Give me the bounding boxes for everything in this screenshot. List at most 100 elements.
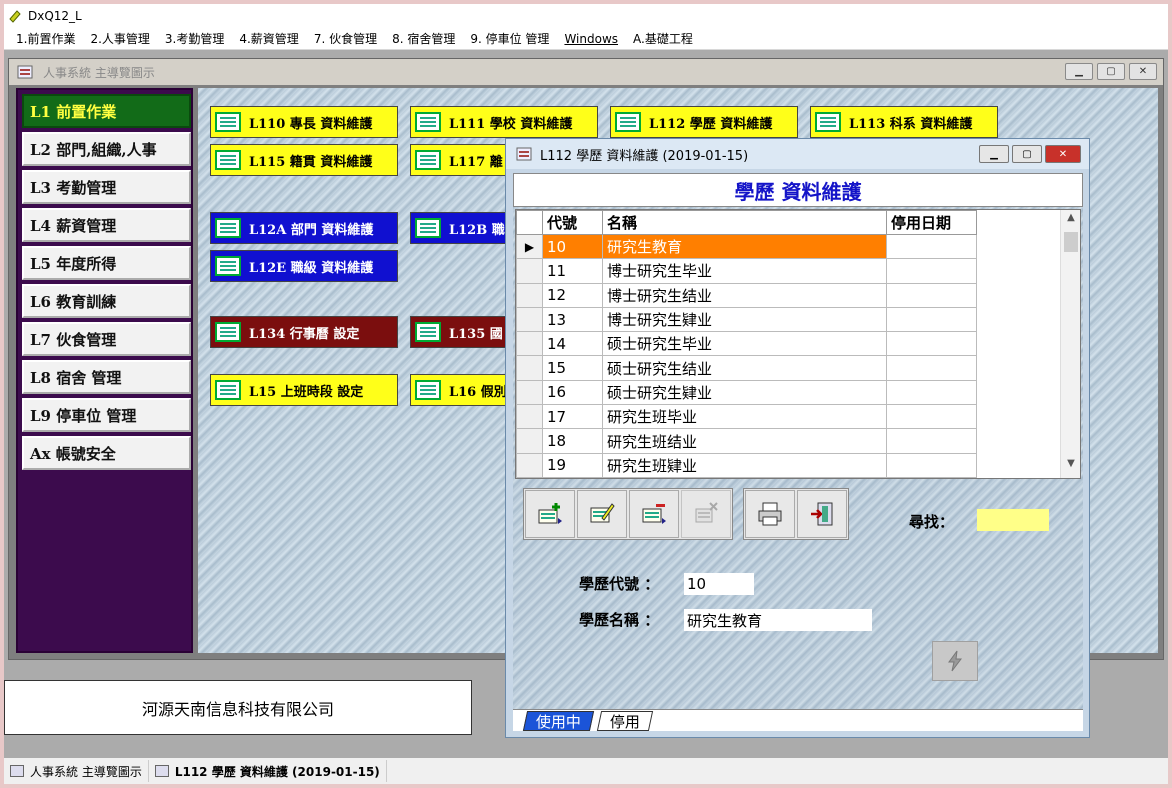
nav-item-l2[interactable]: L2 部門,組織,人事 <box>22 132 191 166</box>
table-row[interactable]: 11 博士研究生毕业 <box>516 258 977 284</box>
delete-record-button[interactable] <box>629 490 679 538</box>
column-header-name[interactable]: 名稱 <box>602 210 887 235</box>
cell-date[interactable] <box>886 306 977 333</box>
nav-item-l5[interactable]: L5 年度所得 <box>22 246 191 280</box>
menu-item-hr[interactable]: 2.人事管理 <box>90 30 149 47</box>
column-header-code[interactable]: 代號 <box>542 210 603 235</box>
nav-item-l6[interactable]: L6 教育訓練 <box>22 284 191 318</box>
module-button-l111[interactable]: L111 學校 資料維護 <box>410 106 598 138</box>
cell-date[interactable] <box>886 452 977 478</box>
cell-code[interactable]: 11 <box>542 258 603 284</box>
cell-code[interactable]: 19 <box>542 452 603 478</box>
cell-name[interactable]: 研究生班结业 <box>602 428 887 454</box>
menu-item-payroll[interactable]: 4.薪資管理 <box>239 30 298 47</box>
cell-date[interactable] <box>886 355 977 381</box>
menu-item-dorm[interactable]: 8. 宿舍管理 <box>392 30 455 47</box>
module-button-l134[interactable]: L134 行事曆 設定 <box>210 316 398 348</box>
cell-code[interactable]: 13 <box>542 306 603 333</box>
cell-code[interactable]: 14 <box>542 331 603 357</box>
menu-item-parking[interactable]: 9. 停車位 管理 <box>470 30 549 47</box>
module-button-l115[interactable]: L115 籍貫 資料維護 <box>210 144 398 176</box>
dialog-close-button[interactable]: ✕ <box>1045 145 1081 163</box>
module-button-l16[interactable]: L16 假別 <box>410 374 510 406</box>
execute-button[interactable] <box>932 641 978 681</box>
cell-date[interactable] <box>886 282 977 308</box>
cell-code[interactable]: 18 <box>542 428 603 454</box>
table-row[interactable]: 16 硕士研究生肄业 <box>516 379 977 406</box>
cell-name[interactable]: 硕士研究生结业 <box>602 355 887 381</box>
nav-item-l4[interactable]: L4 薪資管理 <box>22 208 191 242</box>
cell-name[interactable]: 硕士研究生肄业 <box>602 379 887 406</box>
table-row[interactable]: ▶ 10 研究生教育 <box>516 233 977 260</box>
cell-date[interactable] <box>886 258 977 284</box>
scroll-up-icon[interactable]: ▲ <box>1061 212 1080 230</box>
add-record-button[interactable] <box>525 490 575 538</box>
code-field[interactable]: 10 <box>684 573 754 595</box>
cell-date[interactable] <box>886 331 977 357</box>
cell-date[interactable] <box>886 233 977 260</box>
module-button-l12a[interactable]: L12A 部門 資料維護 <box>210 212 398 244</box>
cell-code[interactable]: 16 <box>542 379 603 406</box>
scroll-thumb[interactable] <box>1064 232 1078 252</box>
cell-date[interactable] <box>886 404 977 430</box>
table-row[interactable]: 17 研究生班毕业 <box>516 404 977 430</box>
exit-button[interactable] <box>797 490 847 538</box>
grid-scrollbar[interactable]: ▲ ▼ <box>1060 210 1080 478</box>
search-input[interactable] <box>977 509 1049 531</box>
module-button-l113[interactable]: L113 科系 資料維護 <box>810 106 998 138</box>
menu-item-attendance[interactable]: 3.考勤管理 <box>165 30 224 47</box>
nav-item-l7[interactable]: L7 伙食管理 <box>22 322 191 356</box>
cell-name[interactable]: 研究生教育 <box>602 233 887 260</box>
cell-name[interactable]: 博士研究生结业 <box>602 282 887 308</box>
edit-record-button[interactable] <box>577 490 627 538</box>
column-header-disable-date[interactable]: 停用日期 <box>886 210 977 235</box>
module-button-l15[interactable]: L15 上班時段 設定 <box>210 374 398 406</box>
module-button-l12e[interactable]: L12E 職級 資料維護 <box>210 250 398 282</box>
nav-item-ax[interactable]: Ax 帳號安全 <box>22 436 191 470</box>
nav-item-l9[interactable]: L9 停車位 管理 <box>22 398 191 432</box>
scroll-down-icon[interactable]: ▼ <box>1061 458 1080 476</box>
module-button-l12b[interactable]: L12B 職 <box>410 212 510 244</box>
table-row[interactable]: 13 博士研究生肄业 <box>516 306 977 333</box>
cell-code[interactable]: 12 <box>542 282 603 308</box>
minimize-button[interactable]: ▁ <box>1065 63 1093 80</box>
cell-code[interactable]: 10 <box>542 233 603 260</box>
menu-item-meals[interactable]: 7. 伙食管理 <box>314 30 377 47</box>
print-button[interactable] <box>745 490 795 538</box>
table-row[interactable]: 15 硕士研究生结业 <box>516 355 977 381</box>
tab-active-records[interactable]: 使用中 <box>522 711 595 731</box>
table-row[interactable]: 14 硕士研究生毕业 <box>516 331 977 357</box>
nav-item-l3[interactable]: L3 考勤管理 <box>22 170 191 204</box>
taskbar-item-navigator[interactable]: 人事系統 主導覽圖示 <box>4 760 149 782</box>
cancel-record-button[interactable] <box>681 490 731 538</box>
cell-name[interactable]: 研究生班毕业 <box>602 404 887 430</box>
cell-name[interactable]: 研究生班肄业 <box>602 452 887 478</box>
module-button-l112[interactable]: L112 學歷 資料維護 <box>610 106 798 138</box>
table-row[interactable]: 18 研究生班结业 <box>516 428 977 454</box>
add-record-icon <box>538 503 562 524</box>
table-row[interactable]: 12 博士研究生结业 <box>516 282 977 308</box>
module-button-l135[interactable]: L135 國 <box>410 316 510 348</box>
tab-disabled-records[interactable]: 停用 <box>596 711 654 731</box>
cell-name[interactable]: 博士研究生毕业 <box>602 258 887 284</box>
close-button[interactable]: ✕ <box>1129 63 1157 80</box>
dialog-maximize-button[interactable]: ▢ <box>1012 145 1042 163</box>
cell-name[interactable]: 硕士研究生毕业 <box>602 331 887 357</box>
module-button-l117[interactable]: L117 離 <box>410 144 510 176</box>
cell-date[interactable] <box>886 428 977 454</box>
dialog-minimize-button[interactable]: ▁ <box>979 145 1009 163</box>
cell-code[interactable]: 17 <box>542 404 603 430</box>
cell-code[interactable]: 15 <box>542 355 603 381</box>
name-field[interactable]: 研究生教育 <box>684 609 872 631</box>
nav-item-l8[interactable]: L8 宿舍 管理 <box>22 360 191 394</box>
taskbar-item-education[interactable]: L112 學歷 資料維護 (2019-01-15) <box>149 760 387 782</box>
menu-item-windows[interactable]: Windows <box>564 32 618 46</box>
menu-item-base[interactable]: A.基礎工程 <box>633 30 693 47</box>
menu-item-setup[interactable]: 1.前置作業 <box>16 30 75 47</box>
maximize-button[interactable]: ▢ <box>1097 63 1125 80</box>
nav-item-l1[interactable]: L1 前置作業 <box>22 94 191 128</box>
cell-date[interactable] <box>886 379 977 406</box>
module-button-l110[interactable]: L110 專長 資料維護 <box>210 106 398 138</box>
cell-name[interactable]: 博士研究生肄业 <box>602 306 887 333</box>
table-row[interactable]: 19 研究生班肄业 <box>516 452 977 478</box>
